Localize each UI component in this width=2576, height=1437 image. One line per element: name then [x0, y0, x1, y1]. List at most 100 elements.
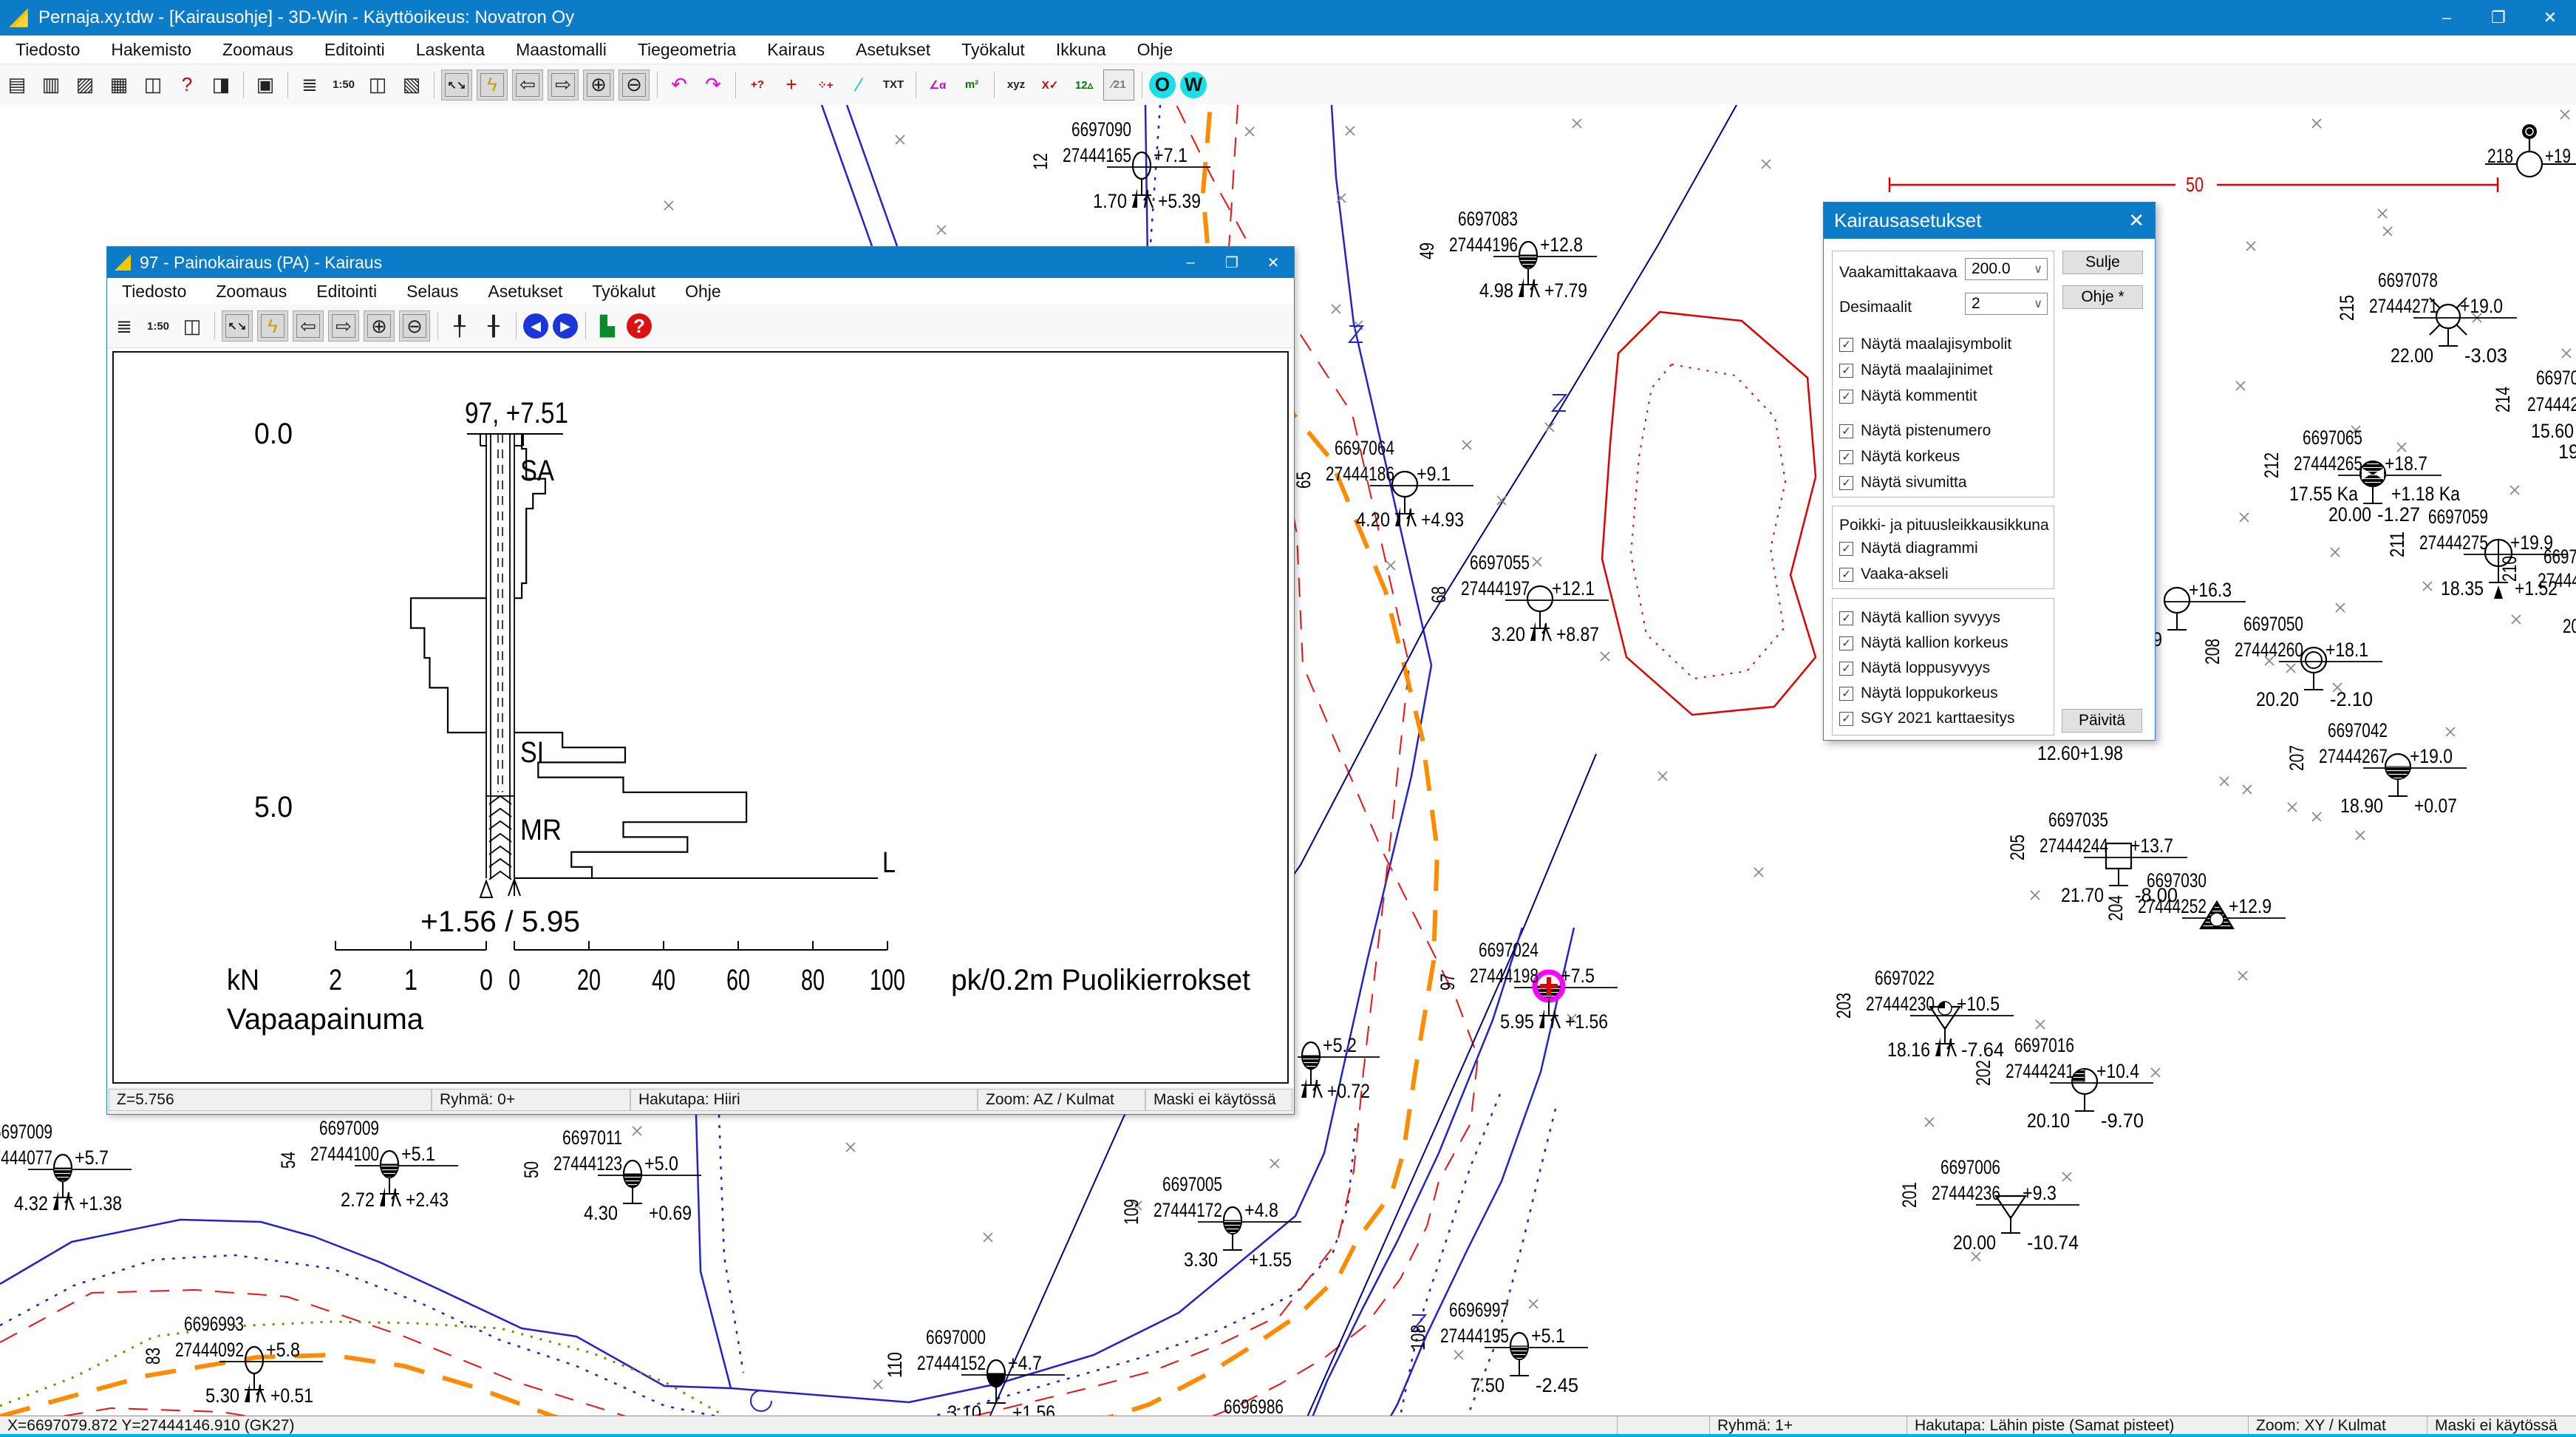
- next-point-icon[interactable]: ▶: [553, 313, 578, 339]
- redraw-icon[interactable]: ϟ: [257, 310, 288, 342]
- sounding-menu-tiedosto[interactable]: Tiedosto: [107, 282, 201, 302]
- survey-point-6697030[interactable]: 669703027444252+12.9204: [2105, 869, 2286, 928]
- survey-point-6696993[interactable]: 669699327444092+5.8835.30+0.51: [142, 1313, 323, 1407]
- checkbox-sgy-2021-karttaesitys[interactable]: ✓SGY 2021 karttaesitys: [1839, 710, 2015, 727]
- window-layout-icon[interactable]: ◫: [363, 70, 392, 100]
- menu-editointi[interactable]: Editointi: [309, 40, 401, 60]
- next-icon[interactable]: ⇨: [328, 310, 359, 342]
- survey-point-6697050[interactable]: 669705027444260+18.120820.20-2.10: [2201, 613, 2382, 710]
- print-icon[interactable]: ≣: [109, 311, 139, 341]
- point-move-icon[interactable]: ⁘+: [811, 70, 840, 100]
- checkbox-n-yt-diagrammi[interactable]: ✓Näytä diagrammi: [1839, 540, 1978, 557]
- zoom-in-icon[interactable]: ⊕: [364, 310, 395, 342]
- checkbox-n-yt-kallion-syvyys[interactable]: ✓Näytä kallion syvyys: [1839, 609, 2000, 627]
- help-file-icon[interactable]: ?: [172, 70, 202, 100]
- ohje-button[interactable]: Ohje *: [2062, 285, 2143, 309]
- scale-combo[interactable]: 200.0∨: [1965, 258, 2048, 280]
- menu-laskenta[interactable]: Laskenta: [401, 40, 500, 60]
- checkbox-n-yt-maalajinimet[interactable]: ✓Näytä maalajinimet: [1839, 361, 1993, 379]
- survey-point-6697064[interactable]: 669706427444186+9.1654.20+4.93: [1292, 437, 1473, 531]
- menu-hakemisto[interactable]: Hakemisto: [95, 40, 207, 60]
- menu-zoomaus[interactable]: Zoomaus: [207, 40, 309, 60]
- check-coords-icon[interactable]: X✓: [1035, 70, 1065, 100]
- text-icon[interactable]: TXT: [879, 70, 908, 100]
- survey-point-6697009[interactable]: 669700927444100+5.1542.72+2.43: [277, 1117, 458, 1211]
- sounding-menu-zoomaus[interactable]: Zoomaus: [201, 282, 301, 302]
- checkbox-n-yt-sivumitta[interactable]: ✓Näytä sivumitta: [1839, 474, 1967, 492]
- sounding-menu-editointi[interactable]: Editointi: [301, 282, 392, 302]
- prev-icon[interactable]: ⇦: [293, 310, 324, 342]
- survey-point-6697011[interactable]: 669701127444123+5.0504.30+0.69: [520, 1127, 701, 1224]
- novatron-o-icon[interactable]: O: [1149, 72, 1176, 98]
- menu-ikkuna[interactable]: Ikkuna: [1040, 40, 1122, 60]
- survey-point-6697078[interactable]: 669707827444271+19.021522.00-3.03: [2336, 269, 2517, 367]
- menu-tiegeometria[interactable]: Tiegeometria: [622, 40, 752, 60]
- hatch-edit-icon[interactable]: ▨: [70, 70, 100, 100]
- survey-point-6697090[interactable]: 669709027444165+7.1121.70+5.39: [1029, 118, 1210, 212]
- angle-icon[interactable]: ∠α: [923, 70, 953, 100]
- novatron-w-icon[interactable]: W: [1180, 72, 1207, 98]
- sounding-2-icon[interactable]: ╂: [479, 311, 508, 341]
- survey-point-6697022[interactable]: 669702227444230+10.520318.16-7.64: [1833, 967, 2014, 1061]
- redraw-icon[interactable]: ϟ: [477, 69, 508, 101]
- point-query-icon[interactable]: +?: [743, 70, 772, 100]
- minimize-button[interactable]: –: [2421, 0, 2473, 35]
- diagram-icon[interactable]: ▙: [593, 311, 622, 341]
- survey-point-6697055[interactable]: 669705527444197+12.1683.20+8.87: [1428, 551, 1609, 645]
- dialog-close-icon[interactable]: ✕: [2128, 203, 2144, 239]
- sounding-menu-asetukset[interactable]: Asetukset: [473, 282, 577, 302]
- window-layout-icon[interactable]: ◫: [177, 311, 207, 341]
- xyz-icon[interactable]: xyz: [1001, 70, 1031, 100]
- undo-icon[interactable]: ↶: [664, 70, 694, 100]
- point-add-icon[interactable]: +: [777, 70, 806, 100]
- benchmark-symbol[interactable]: [2517, 152, 2542, 177]
- sounding-close-button[interactable]: ✕: [1253, 247, 1294, 278]
- checkbox-n-yt-kommentit[interactable]: ✓Näytä kommentit: [1839, 387, 1977, 405]
- hatch-pattern-icon[interactable]: ▧: [397, 70, 426, 100]
- scale-icon[interactable]: 1:50: [329, 70, 358, 100]
- kairausasetukset-dialog[interactable]: Kairausasetukset ✕ Vaakamittakaava 200.0…: [1823, 202, 2156, 741]
- sulje-button[interactable]: Sulje: [2062, 251, 2143, 274]
- sounding-minimize-button[interactable]: –: [1170, 247, 1211, 278]
- decimals-combo[interactable]: 2∨: [1965, 293, 2048, 315]
- menu-asetukset[interactable]: Asetukset: [840, 40, 946, 60]
- prev-point-icon[interactable]: ◀: [523, 313, 548, 339]
- maximize-button[interactable]: ❐: [2473, 0, 2524, 35]
- menu-ohje[interactable]: Ohje: [1122, 40, 1189, 60]
- zoom-out-icon[interactable]: ⊖: [399, 310, 430, 342]
- paivita-button[interactable]: Päivitä: [2062, 709, 2142, 733]
- fit-screen-icon[interactable]: ↖↘: [441, 69, 472, 101]
- survey-point-6697009[interactable]: 669700927444077+5.74.32+1.38: [0, 1121, 132, 1215]
- redo-icon[interactable]: ↷: [698, 70, 728, 100]
- checkbox-n-yt-loppusyvyys[interactable]: ✓Näytä loppusyvyys: [1839, 659, 1990, 677]
- sounding-menu-työkalut[interactable]: Työkalut: [577, 282, 670, 302]
- checkbox-n-yt-loppukorkeus[interactable]: ✓Näytä loppukorkeus: [1839, 684, 1998, 702]
- zoom-out-icon[interactable]: ⊖: [619, 69, 650, 101]
- line-edit-icon[interactable]: ∕: [845, 70, 874, 100]
- close-button[interactable]: ✕: [2524, 0, 2576, 35]
- sounding-canvas[interactable]: 97, +7.510.05.0LSASIMR+1.56 / 5.95kN2100…: [112, 351, 1289, 1084]
- survey-point-6697024[interactable]: 669702427444198+7.5975.95+1.56: [1437, 939, 1618, 1033]
- documents-icon[interactable]: ▣: [251, 70, 280, 100]
- triangle-12-icon[interactable]: 12▵: [1069, 70, 1099, 100]
- fit-screen-icon[interactable]: ↖↘: [222, 310, 253, 342]
- sounding-menu-selaus[interactable]: Selaus: [392, 282, 473, 302]
- zoom-in-icon[interactable]: ⊕: [583, 69, 614, 101]
- menu-työkalut[interactable]: Työkalut: [946, 40, 1040, 60]
- sounding-window[interactable]: 97 - Painokairaus (PA) - Kairaus – ❐ ✕ T…: [106, 246, 1295, 1115]
- read-file-2-icon[interactable]: ▥: [36, 70, 66, 100]
- survey-point-6697083[interactable]: 669708327444196+12.8494.98+7.79: [1416, 208, 1597, 302]
- checkbox-vaaka-akseli[interactable]: ✓Vaaka-akseli: [1839, 565, 1949, 583]
- print-icon[interactable]: ≣: [295, 70, 324, 100]
- sounding-1-icon[interactable]: ╀: [445, 311, 474, 341]
- survey-point-6697042[interactable]: 669704227444267+19.020718.90+0.07: [2286, 719, 2467, 817]
- checkbox-n-yt-maalajisymbolit[interactable]: ✓Näytä maalajisymbolit: [1839, 336, 2011, 353]
- help-icon[interactable]: ?: [627, 313, 652, 339]
- copy-file-icon[interactable]: ◫: [138, 70, 168, 100]
- scale-icon[interactable]: 1:50: [143, 311, 173, 341]
- area-icon[interactable]: m²: [957, 70, 987, 100]
- menu-maastomalli[interactable]: Maastomalli: [500, 40, 622, 60]
- survey-point-6696997[interactable]: 669699727444195+5.11087.50-2.45: [1407, 1299, 1588, 1396]
- sounding-menu-ohje[interactable]: Ohje: [670, 282, 736, 302]
- checkbox-n-yt-kallion-korkeus[interactable]: ✓Näytä kallion korkeus: [1839, 634, 2008, 652]
